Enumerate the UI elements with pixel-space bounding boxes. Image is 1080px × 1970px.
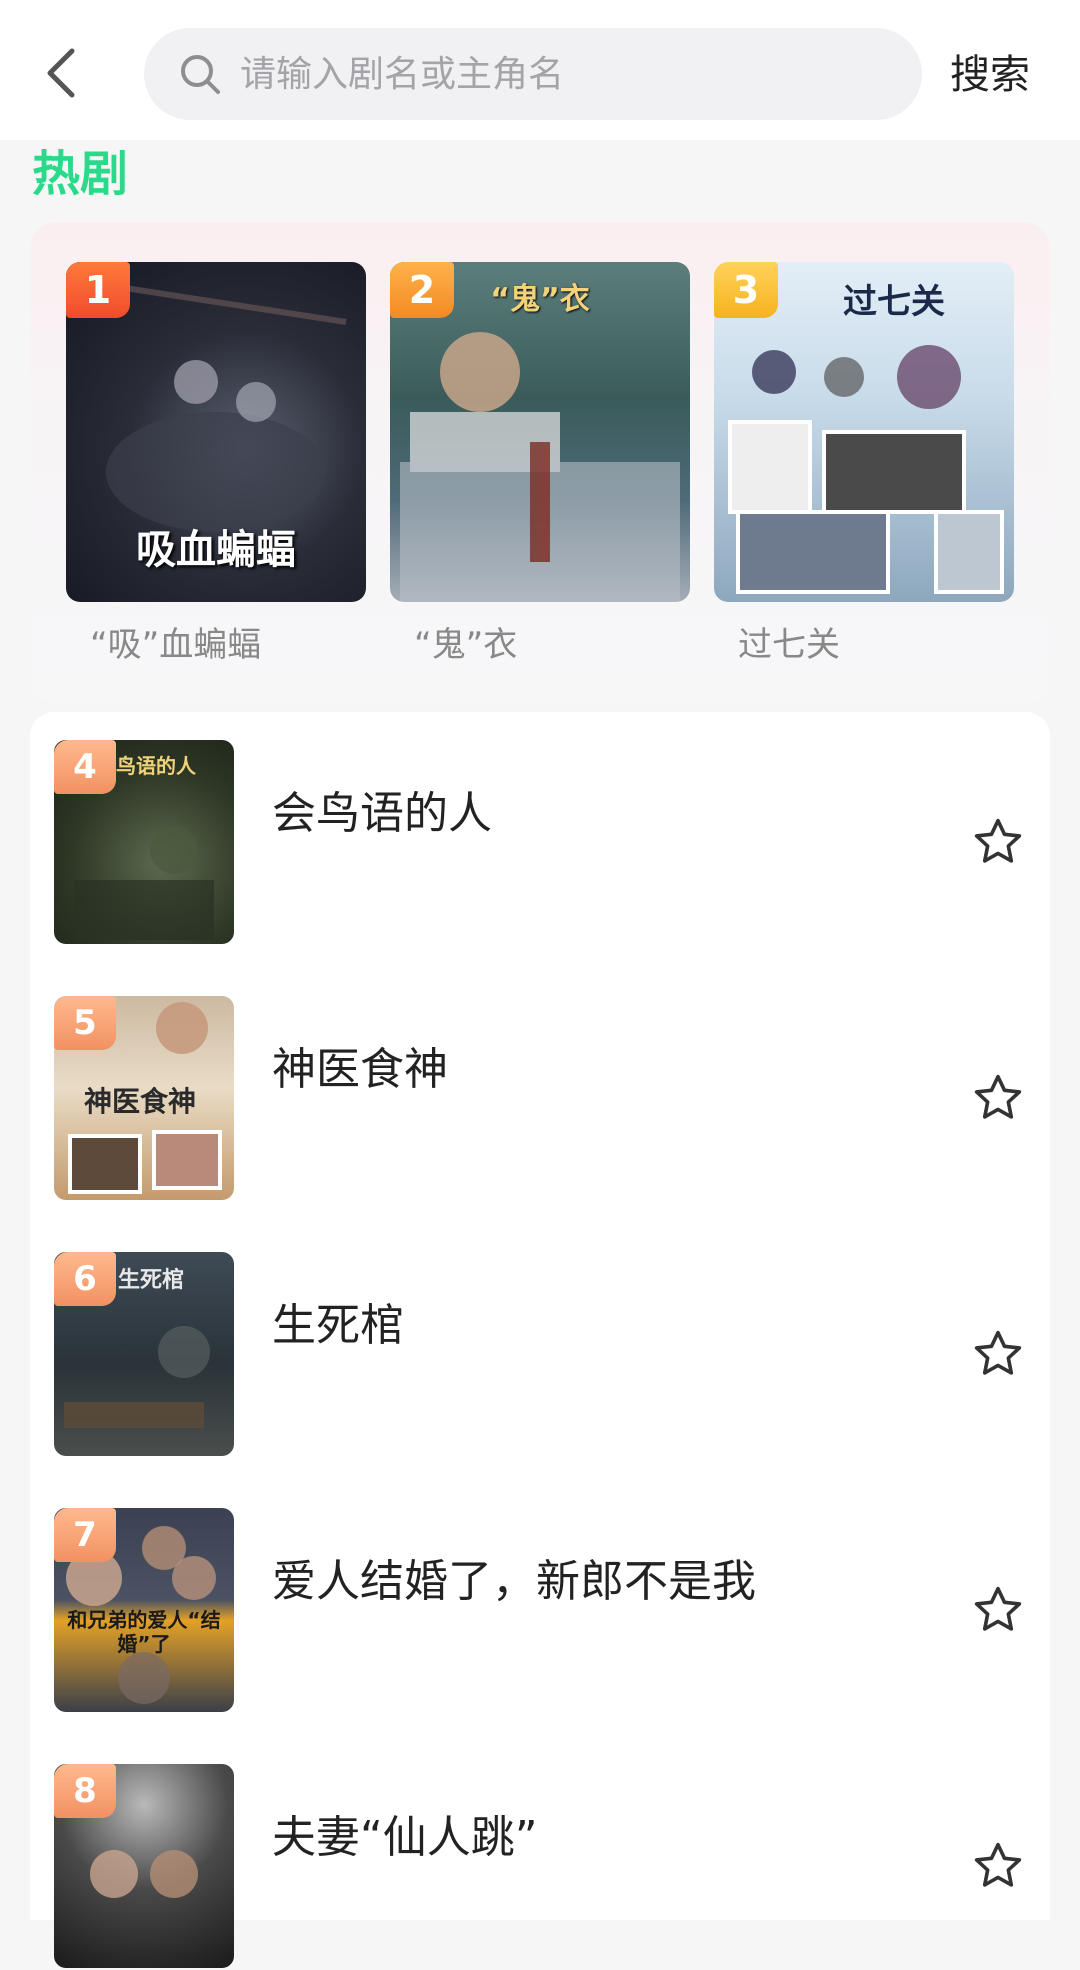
search-button[interactable]: 搜索 [950,40,1030,110]
hot-item[interactable]: 2 “鬼”衣 “鬼”衣 [390,262,690,670]
hot-item-name: “吸”血蝙蝠 [90,625,262,665]
rank-badge: 6 [54,1252,116,1306]
back-button[interactable] [30,38,90,108]
star-outline-icon [974,1330,1022,1375]
poster-thumbnail: 8 [54,1764,234,1968]
poster-thumbnail: 7 和兄弟的爱人“结婚”了 [54,1508,234,1712]
poster-title-text: 吸血蝙蝠 [136,527,296,573]
favorite-button[interactable] [968,1580,1028,1640]
star-outline-icon [974,1074,1022,1119]
star-outline-icon [974,1842,1022,1887]
poster-thumbnail: 4 鸟语的人 [54,740,234,944]
list-item[interactable]: 6 生死棺 生死棺 [54,1252,1024,1458]
item-title: 生死棺 [272,1300,404,1351]
favorite-button[interactable] [968,1068,1028,1128]
favorite-button[interactable] [968,1324,1028,1384]
poster-title-text: 过七关 [843,282,945,322]
poster-image: 3 过七关 [714,262,1014,602]
search-icon [174,48,226,100]
item-title: 夫妻“仙人跳” [272,1812,538,1863]
list-item[interactable]: 4 鸟语的人 会鸟语的人 [54,740,1024,946]
list-item[interactable]: 5 神医食神 神医食神 [54,996,1024,1202]
poster-image: 1 吸血蝙蝠 [66,262,366,602]
poster-thumbnail: 5 神医食神 [54,996,234,1200]
rank-badge: 1 [66,262,130,318]
favorite-button[interactable] [968,1836,1028,1896]
poster-image: 2 “鬼”衣 [390,262,690,602]
list-item[interactable]: 8 夫妻“仙人跳” [54,1764,1024,1970]
chevron-left-icon [47,48,75,98]
star-outline-icon [974,818,1022,863]
item-title: 爱人结婚了，新郎不是我 [272,1556,756,1607]
favorite-button[interactable] [968,812,1028,872]
item-title: 会鸟语的人 [272,788,492,839]
hot-item[interactable]: 1 吸血蝙蝠 “吸”血蝙蝠 [66,262,366,670]
list-item[interactable]: 7 和兄弟的爱人“结婚”了 爱人结婚了，新郎不是我 [54,1508,1024,1714]
hot-item[interactable]: 3 过七关 过七关 [714,262,1014,670]
section-title: 热剧 [32,146,129,202]
poster-title-text: 生死棺 [118,1268,185,1293]
hot-item-name: “鬼”衣 [414,625,518,665]
poster-title-text: 和兄弟的爱人“结婚”了 [67,1608,221,1656]
poster-thumbnail: 6 生死棺 [54,1252,234,1456]
star-outline-icon [974,1586,1022,1631]
rank-badge: 5 [54,996,116,1050]
rank-badge: 4 [54,740,116,794]
rank-badge: 7 [54,1508,116,1562]
poster-title-text: 神医食神 [84,1085,197,1118]
hot-item-name: 过七关 [738,625,840,665]
poster-title-text: “鬼”衣 [490,282,590,317]
item-title: 神医食神 [272,1044,448,1095]
top-bar: 搜索 [0,0,1080,140]
poster-title-text: 鸟语的人 [116,754,196,778]
search-input[interactable] [238,33,902,115]
rank-badge: 8 [54,1764,116,1818]
search-box[interactable] [144,28,922,120]
